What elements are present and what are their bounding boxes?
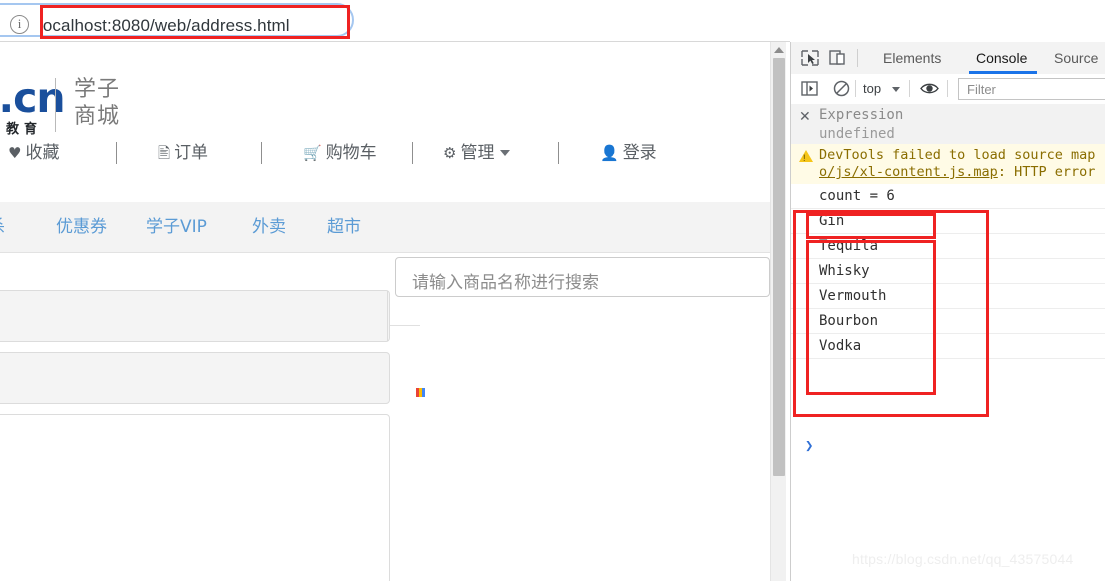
- console-toolbar: top Filter: [791, 74, 1105, 105]
- scrollbar-thumb[interactable]: [773, 58, 785, 476]
- nav-label-favorites: 收藏: [25, 143, 60, 163]
- tab-sources[interactable]: Source: [1054, 47, 1098, 69]
- console-log-row[interactable]: Gin: [791, 209, 1105, 234]
- console-log-row[interactable]: Bourbon: [791, 309, 1105, 334]
- gear-icon: ⚙: [443, 144, 457, 162]
- console-log-row[interactable]: count = 6: [791, 184, 1105, 209]
- form-row-panel-1: 自: [0, 290, 390, 342]
- nav-item-cart[interactable]: 🛒 购物车: [303, 138, 377, 168]
- screenshot-root: i localhost:8080/web/address.html du.cn …: [0, 0, 1105, 581]
- context-selector-label[interactable]: top: [863, 81, 881, 96]
- logo-brand-cn: 学子 商城: [74, 77, 121, 129]
- device-toolbar-icon[interactable]: [827, 48, 849, 68]
- warning-exclamation: !: [803, 153, 806, 163]
- nav-separator-4: [558, 142, 559, 164]
- tab-elements[interactable]: Elements: [883, 47, 941, 69]
- console-log-text: Vermouth: [819, 288, 887, 304]
- cart-icon: 🛒: [303, 144, 322, 162]
- console-log-text: Vodka: [819, 338, 862, 354]
- nav-label-orders: 订单: [174, 143, 209, 163]
- expression-label: Expression: [819, 107, 904, 123]
- nav-item-orders[interactable]: 🖹 订单: [158, 138, 208, 168]
- warning-triangle-icon: [799, 150, 813, 162]
- category-item-3[interactable]: 外卖: [252, 214, 286, 240]
- scroll-up-arrow-icon[interactable]: [774, 47, 784, 53]
- nav-separator-3: [412, 142, 413, 164]
- page-viewport: du.cn 达内教育 学子商城 ♥收藏 🖹订单 🛒购物车 ⚙管理: [0, 42, 770, 581]
- logo-divider: [55, 78, 56, 132]
- top-utility-nav: ♥ 收藏 🖹 订单 🛒 购物车 ⚙ 管理 👤 登录: [0, 138, 770, 182]
- product-search-input[interactable]: 请输入商品名称进行搜索: [395, 257, 770, 297]
- browser-toolbar: i localhost:8080/web/address.html: [0, 0, 790, 41]
- devtools-panel: Elements Console Source top Filter ✕ Exp…: [790, 42, 1105, 581]
- console-sidebar-icon[interactable]: [799, 78, 821, 98]
- category-item-4[interactable]: 超市: [327, 214, 361, 240]
- nav-item-login[interactable]: 👤 登录: [600, 138, 657, 168]
- address-bar-url[interactable]: localhost:8080/web/address.html: [39, 13, 329, 38]
- nav-separator-1: [116, 142, 117, 164]
- console-log-text: Bourbon: [819, 313, 879, 329]
- category-bar: 杀 优惠券 学子VIP 外卖 超市: [0, 202, 770, 253]
- site-logo[interactable]: du.cn 达内教育 学子商城: [0, 70, 212, 137]
- console-log-row[interactable]: Vodka: [791, 334, 1105, 359]
- category-item-0[interactable]: 杀: [0, 214, 5, 240]
- chevron-down-icon[interactable]: [892, 87, 900, 92]
- devtools-tabbar: Elements Console Source: [791, 42, 1105, 75]
- close-icon[interactable]: ✕: [799, 108, 811, 125]
- warning-source-link[interactable]: o/js/xl-content.js.map: [819, 164, 998, 180]
- form-textarea-panel[interactable]: [0, 414, 390, 581]
- toolbar-separator-3: [947, 80, 948, 97]
- clear-console-icon[interactable]: [831, 78, 853, 98]
- console-log-row[interactable]: Whisky: [791, 259, 1105, 284]
- watermark-text: https://blog.csdn.net/qq_43575044: [852, 551, 1074, 567]
- user-icon: 👤: [600, 144, 619, 162]
- console-log-text: count = 6: [819, 188, 895, 204]
- product-search-placeholder: 请输入商品名称进行搜索: [412, 273, 599, 293]
- expression-value: undefined: [819, 126, 895, 142]
- info-circle-icon[interactable]: i: [10, 15, 29, 34]
- nav-separator-2: [261, 142, 262, 164]
- inspect-cursor-icon[interactable]: [799, 48, 821, 68]
- toolbar-separator-2: [909, 80, 910, 97]
- heart-icon: ♥: [8, 144, 22, 162]
- category-item-1[interactable]: 优惠券: [56, 214, 107, 240]
- favicon-marker-icon: [416, 388, 425, 397]
- warning-line-2-rest: : HTTP error: [997, 164, 1096, 180]
- console-log-text: Gin: [819, 213, 845, 229]
- logo-sub-text: 达内教育: [0, 122, 43, 137]
- warning-line-1: DevTools failed to load source map: [819, 147, 1096, 163]
- warning-line-2: o/js/xl-content.js.map: HTTP error: [819, 164, 1095, 180]
- nav-label-login: 登录: [622, 143, 657, 163]
- console-log-text: Tequila: [819, 238, 879, 254]
- nav-item-manage[interactable]: ⚙ 管理: [443, 138, 511, 168]
- document-icon: 🖹: [158, 144, 171, 162]
- console-warning-message: ! DevTools failed to load source map o/j…: [791, 144, 1105, 185]
- console-log-row[interactable]: Tequila: [791, 234, 1105, 259]
- nav-label-cart: 购物车: [325, 143, 377, 163]
- category-item-2[interactable]: 学子VIP: [146, 214, 207, 240]
- prompt-caret-icon: ❯: [805, 438, 814, 454]
- tab-console[interactable]: Console: [976, 47, 1027, 69]
- console-log-text: Whisky: [819, 263, 870, 279]
- eye-icon[interactable]: [919, 78, 941, 98]
- tabbar-separator: [857, 49, 858, 67]
- chevron-down-icon: [500, 150, 511, 156]
- form-row-panel-2: 文: [0, 352, 390, 404]
- expression-watch-pane: ✕ Expression undefined: [791, 104, 1105, 145]
- cell-divider-1: [387, 291, 388, 341]
- console-log-row[interactable]: Vermouth: [791, 284, 1105, 309]
- toolbar-separator-1: [855, 80, 856, 97]
- console-filter-placeholder: Filter: [967, 82, 996, 97]
- page-scrollbar[interactable]: [770, 42, 786, 581]
- nav-label-manage: 管理: [460, 143, 495, 163]
- console-prompt[interactable]: ❯: [791, 434, 1105, 458]
- nav-item-favorites[interactable]: ♥ 收藏: [8, 138, 59, 168]
- address-bar[interactable]: i localhost:8080/web/address.html: [0, 3, 354, 37]
